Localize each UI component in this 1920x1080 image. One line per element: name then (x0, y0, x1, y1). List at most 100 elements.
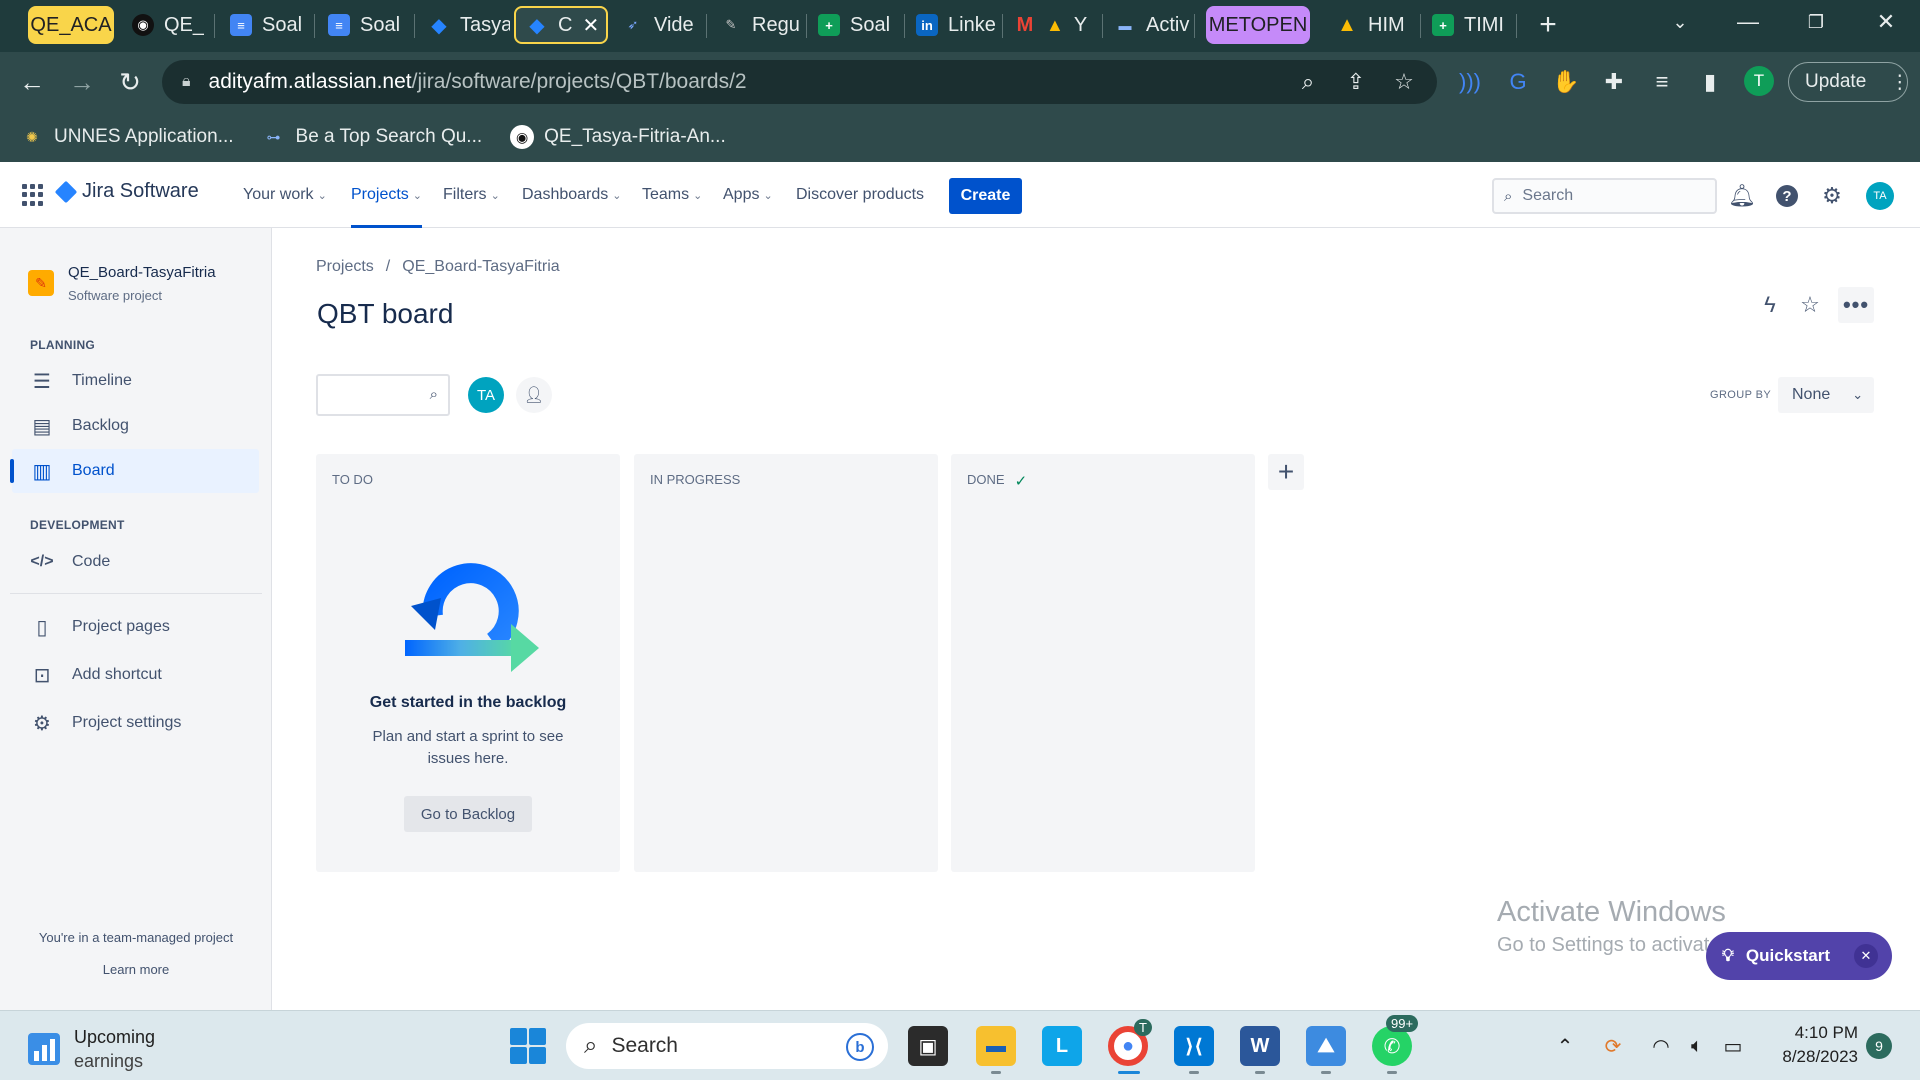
file-explorer-icon[interactable]: ▬ (976, 1026, 1016, 1066)
tab-activity[interactable]: ▬ Activ (1104, 6, 1194, 44)
sidebar-item-add-shortcut[interactable]: ⊡ Add shortcut (12, 653, 259, 697)
tab-group-qe-aca[interactable]: QE_ACA (28, 6, 114, 44)
tab-linkedin[interactable]: in Linke (906, 6, 1000, 44)
tab-video[interactable]: ➶ Vide (612, 6, 702, 44)
minimize-button[interactable]: — (1718, 0, 1778, 44)
bookmark-search-quality[interactable]: ⊶ Be a Top Search Qu... (262, 125, 483, 149)
quickstart-button[interactable]: 💡︎ Quickstart ✕ (1706, 932, 1892, 980)
tab-regu[interactable]: ✎ Regu (710, 6, 804, 44)
group-by-select[interactable]: None ⌄ (1778, 377, 1874, 413)
nav-your-work[interactable]: Your work ⌄ (243, 176, 327, 214)
address-bar[interactable]: 🔒︎ adityafm.atlassian.net/jira/software/… (162, 60, 1437, 104)
learn-more-link[interactable]: Learn more (0, 962, 272, 977)
tab-github[interactable]: ◉ QE_T (122, 6, 204, 44)
add-people-icon[interactable]: 👤︎ (516, 377, 552, 413)
close-icon[interactable]: ✕ (1854, 944, 1878, 968)
jira-logo[interactable]: Jira Software (54, 180, 199, 203)
tab-jira-active[interactable]: ◆ C ✕ (514, 6, 608, 44)
tab-group-metopen[interactable]: METOPEN (1206, 6, 1310, 44)
nav-filters[interactable]: Filters ⌄ (443, 176, 500, 214)
notifications-bell-icon[interactable]: 🔔︎ (1728, 182, 1756, 210)
board-search-input[interactable]: ⌕ (316, 374, 450, 416)
media-control-icon[interactable]: ≡ (1646, 66, 1678, 98)
chrome-profile-avatar[interactable]: T (1744, 66, 1774, 96)
project-name[interactable]: QE_Board-TasyaFitria (68, 264, 216, 281)
restore-button[interactable]: ❐ (1786, 0, 1846, 44)
help-icon[interactable]: ? (1773, 182, 1801, 210)
tab-soal-doc-2[interactable]: ≡ Soal (318, 6, 410, 44)
google-sheets-icon: + (1432, 14, 1454, 36)
more-actions-button[interactable]: ••• (1838, 287, 1874, 323)
sidebar-item-code[interactable]: </> Code (12, 540, 259, 584)
sidebar-item-project-settings[interactable]: ⚙ Project settings (12, 701, 259, 745)
widget-earnings[interactable]: Upcoming earnings (28, 1025, 155, 1073)
tab-soal-doc-1[interactable]: ≡ Soal (220, 6, 310, 44)
close-window-button[interactable]: ✕ (1856, 0, 1916, 44)
forward-arrow-icon[interactable]: → (62, 62, 102, 102)
nav-label: Projects (351, 186, 409, 203)
nav-teams[interactable]: Teams ⌄ (642, 176, 702, 214)
show-hidden-icons-chevron-icon[interactable]: ⌃ (1552, 1033, 1578, 1059)
adblock-extension-icon[interactable]: ✋ (1550, 66, 1582, 98)
sync-icon[interactable]: ⟳ (1600, 1033, 1626, 1059)
create-button[interactable]: Create (949, 178, 1022, 214)
nav-label: Discover products (796, 186, 925, 203)
tab-jira-tasya[interactable]: ◆ Tasya (418, 6, 510, 44)
whatsapp-icon[interactable]: ✆ (1372, 1026, 1412, 1066)
wifi-icon[interactable]: ◠ (1648, 1033, 1674, 1059)
widget-line-2: earnings (74, 1051, 144, 1071)
speaker-extension-icon[interactable]: ))) (1454, 66, 1486, 98)
sidebar-item-timeline[interactable]: ☰ Timeline (12, 359, 259, 403)
notification-count-badge[interactable]: 9 (1866, 1033, 1892, 1059)
tab-soal-sheet[interactable]: + Soal (808, 6, 902, 44)
battery-icon[interactable]: ▭ (1720, 1033, 1746, 1059)
lms-app-icon[interactable]: L (1042, 1026, 1082, 1066)
app-switcher-icon[interactable] (22, 184, 44, 206)
jira-icon (54, 180, 78, 203)
breadcrumb-project[interactable]: QE_Board-TasyaFitria (402, 258, 559, 276)
system-clock[interactable]: 4:10 PM 8/28/2023 (1762, 1021, 1858, 1069)
sidebar-item-backlog[interactable]: ▤ Backlog (12, 404, 259, 448)
volume-icon[interactable]: 🔈︎ (1684, 1033, 1710, 1059)
zoom-icon[interactable]: ⌕ (1292, 66, 1324, 98)
tab-drive[interactable]: ▲ HIM (1326, 6, 1416, 44)
nav-projects[interactable]: Projects ⌄ (351, 176, 423, 228)
jira-search-input[interactable]: ⌕ Search (1492, 178, 1717, 214)
bookmark-github-repo[interactable]: ◉ QE_Tasya-Fitria-An... (510, 125, 726, 149)
nav-dashboards[interactable]: Dashboards ⌄ (522, 176, 622, 214)
back-arrow-icon[interactable]: ← (12, 62, 52, 102)
windows-start-icon[interactable] (510, 1028, 546, 1064)
tab-search-chevron-icon[interactable]: ⌄ (1650, 0, 1710, 44)
tab-gmail[interactable]: M ▲ Y (1004, 6, 1100, 44)
star-icon[interactable]: ☆ (1792, 287, 1828, 323)
bookmark-star-icon[interactable]: ☆ (1388, 66, 1420, 98)
settings-gear-icon[interactable]: ⚙ (1818, 182, 1846, 210)
sidebar-item-board[interactable]: ▥ Board (10, 449, 259, 493)
extensions-puzzle-icon[interactable]: ✚ (1598, 66, 1630, 98)
bookmark-unnes[interactable]: ✺ UNNES Application... (20, 125, 233, 149)
side-panel-icon[interactable]: ▮ (1694, 66, 1726, 98)
reload-icon[interactable]: ↻ (110, 62, 150, 102)
breadcrumb-projects[interactable]: Projects (316, 258, 374, 276)
photos-icon[interactable]: ⛰ (1306, 1026, 1346, 1066)
add-column-button[interactable]: + (1268, 454, 1304, 490)
tab-timi-sheet[interactable]: + TIMI (1422, 6, 1512, 44)
user-avatar[interactable]: TA (1866, 182, 1894, 210)
chrome-update-button[interactable]: Update ⋮ (1788, 62, 1909, 102)
taskbar-search[interactable]: ⌕ Search b (566, 1023, 888, 1069)
sidebar-item-project-pages[interactable]: ▯ Project pages (12, 605, 259, 649)
close-icon[interactable]: ✕ (582, 13, 599, 38)
share-icon[interactable]: ⇪ (1340, 66, 1372, 98)
task-view-icon[interactable]: ▣ (908, 1026, 948, 1066)
assignee-filter-avatar[interactable]: TA (468, 377, 504, 413)
search-icon: ⌕ (584, 1032, 598, 1059)
word-icon[interactable]: W (1240, 1026, 1280, 1066)
bing-icon[interactable]: b (846, 1033, 874, 1061)
vscode-icon[interactable]: ⟩⟨ (1174, 1026, 1214, 1066)
nav-apps[interactable]: Apps ⌄ (723, 176, 773, 214)
automation-lightning-icon[interactable]: ϟ (1752, 287, 1788, 323)
translate-extension-icon[interactable]: G (1502, 66, 1534, 98)
go-to-backlog-button[interactable]: Go to Backlog (404, 796, 532, 832)
nav-discover-products[interactable]: Discover products (796, 176, 924, 214)
new-tab-button[interactable]: + (1530, 8, 1566, 44)
